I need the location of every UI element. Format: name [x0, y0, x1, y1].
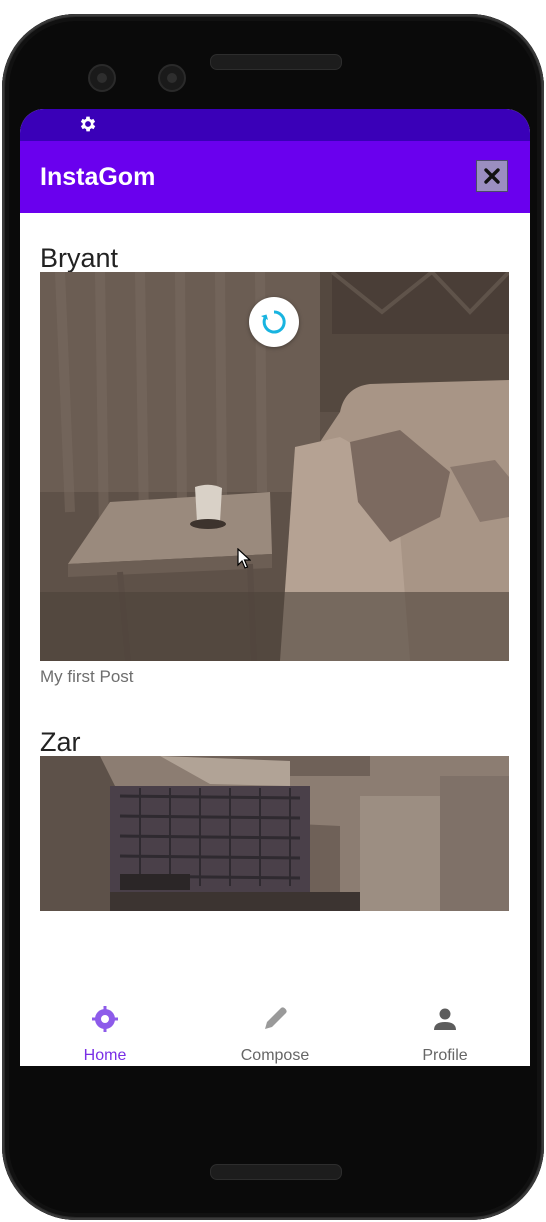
refresh-icon — [261, 310, 286, 334]
status-bar — [20, 109, 530, 141]
pull-to-refresh-indicator — [249, 297, 299, 347]
gear-icon — [80, 116, 96, 132]
post-author: Bryant — [40, 243, 119, 273]
close-icon — [484, 168, 500, 184]
pencil-icon — [265, 1007, 287, 1029]
nav-compose[interactable]: Compose — [190, 990, 360, 1066]
sensor-icon — [158, 64, 186, 92]
close-button[interactable] — [476, 160, 508, 192]
nav-profile-label: Profile — [422, 1047, 468, 1064]
nav-home[interactable]: Home — [20, 990, 190, 1066]
bottom-speaker — [210, 1164, 342, 1180]
home-target-icon — [92, 1006, 118, 1032]
nav-home-label: Home — [83, 1047, 127, 1064]
app-title: InstaGom — [40, 163, 156, 191]
app-screen: InstaGom Bryant My first Post Zar Home C… — [20, 109, 530, 1066]
front-camera-icon — [88, 64, 116, 92]
app-bar: InstaGom — [20, 141, 530, 213]
nav-profile[interactable]: Profile — [360, 990, 530, 1066]
bottom-navigation: Home Compose Profile — [20, 990, 530, 1066]
mouse-pointer-icon — [237, 548, 251, 569]
nav-compose-label: Compose — [240, 1047, 310, 1064]
post-caption: My first Post — [40, 667, 134, 686]
post-author: Zar — [40, 727, 81, 757]
post-image-kitchen[interactable] — [40, 756, 509, 911]
earpiece-speaker — [210, 54, 342, 70]
person-icon — [434, 1008, 456, 1030]
kitchen-photo — [40, 756, 509, 911]
